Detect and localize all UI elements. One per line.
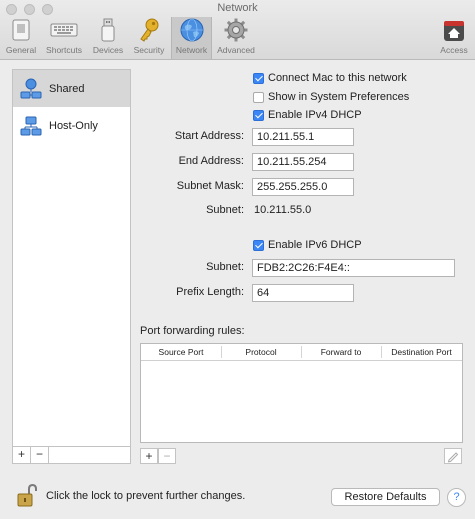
- start-address-label: Start Address:: [174, 130, 244, 142]
- network-list-controls: + −: [12, 446, 131, 464]
- tab-advanced-label: Advanced: [217, 45, 255, 55]
- tab-advanced[interactable]: Advanced: [214, 17, 258, 59]
- column-header-destination-port[interactable]: Destination Port: [381, 347, 462, 357]
- tab-network-label: Network: [175, 45, 208, 55]
- show-in-prefs-checkbox[interactable]: [253, 92, 264, 103]
- lock-button[interactable]: [16, 483, 38, 508]
- pencil-icon: [447, 452, 459, 463]
- end-address-field[interactable]: 10.211.55.254: [252, 153, 354, 171]
- tab-devices[interactable]: Devices: [89, 17, 127, 59]
- gear-icon: [223, 17, 249, 43]
- unlocked-padlock-icon: [17, 483, 37, 507]
- tab-devices-label: Devices: [92, 45, 124, 55]
- subnet-mask-label: Subnet Mask:: [176, 180, 244, 192]
- port-forwarding-header: Source Port Protocol Forward to Destinat…: [141, 344, 462, 361]
- help-button[interactable]: ?: [447, 488, 466, 507]
- key-icon: [137, 17, 161, 43]
- end-address-label: End Address:: [178, 155, 244, 167]
- tab-access[interactable]: Access: [436, 17, 472, 59]
- column-header-protocol[interactable]: Protocol: [221, 347, 301, 357]
- shared-network-icon: [19, 77, 43, 101]
- tab-network[interactable]: Network: [171, 17, 212, 59]
- keyboard-icon: [49, 17, 79, 43]
- tab-access-label: Access: [440, 45, 468, 55]
- enable-ipv4-dhcp-checkbox[interactable]: [253, 110, 264, 121]
- edit-rule-button[interactable]: [444, 448, 462, 464]
- network-item-shared[interactable]: Shared: [13, 70, 130, 107]
- host-only-network-icon: [19, 114, 43, 138]
- tab-general[interactable]: General: [2, 17, 40, 59]
- subnet-v4-label: Subnet:: [206, 204, 244, 216]
- lock-message: Click the lock to prevent further change…: [46, 490, 246, 502]
- subnet-mask-field[interactable]: 255.255.255.0: [252, 178, 354, 196]
- general-icon: [9, 17, 33, 43]
- connect-mac-checkbox[interactable]: [253, 73, 264, 84]
- start-address-field[interactable]: 10.211.55.1: [252, 128, 354, 146]
- access-home-icon: [442, 17, 466, 43]
- restore-defaults-button[interactable]: Restore Defaults: [331, 488, 440, 506]
- connect-mac-label: Connect Mac to this network: [268, 72, 407, 84]
- enable-ipv4-dhcp-label: Enable IPv4 DHCP: [268, 109, 362, 121]
- add-network-button[interactable]: +: [13, 447, 31, 463]
- prefix-length-label: Prefix Length:: [176, 286, 244, 298]
- tab-general-label: General: [5, 45, 37, 55]
- show-in-prefs-label: Show in System Preferences: [268, 91, 410, 103]
- column-header-forward-to[interactable]: Forward to: [301, 347, 381, 357]
- port-forwarding-title: Port forwarding rules:: [140, 325, 245, 337]
- remove-network-button[interactable]: −: [31, 447, 49, 463]
- add-rule-button[interactable]: +: [140, 448, 158, 464]
- remove-rule-button[interactable]: −: [158, 448, 176, 464]
- subnet-v6-field[interactable]: FDB2:2C26:F4E4::: [252, 259, 455, 277]
- toolbar: Network General Shortcuts Devices Securi…: [0, 0, 475, 60]
- tab-shortcuts-label: Shortcuts: [46, 45, 82, 55]
- tab-shortcuts[interactable]: Shortcuts: [41, 17, 87, 59]
- enable-ipv6-dhcp-checkbox[interactable]: [253, 240, 264, 251]
- port-forwarding-table[interactable]: Source Port Protocol Forward to Destinat…: [140, 343, 463, 443]
- window-title: Network: [217, 2, 258, 14]
- globe-icon: [179, 17, 205, 43]
- tab-security[interactable]: Security: [129, 17, 169, 59]
- subnet-v6-label: Subnet:: [206, 261, 244, 273]
- column-header-source-port[interactable]: Source Port: [141, 347, 221, 357]
- tab-security-label: Security: [133, 45, 165, 55]
- network-item-label: Shared: [49, 83, 85, 95]
- subnet-v4-value: 10.211.55.0: [254, 204, 312, 216]
- enable-ipv6-dhcp-label: Enable IPv6 DHCP: [268, 239, 362, 251]
- prefix-length-field[interactable]: 64: [252, 284, 354, 302]
- usb-device-icon: [98, 17, 118, 43]
